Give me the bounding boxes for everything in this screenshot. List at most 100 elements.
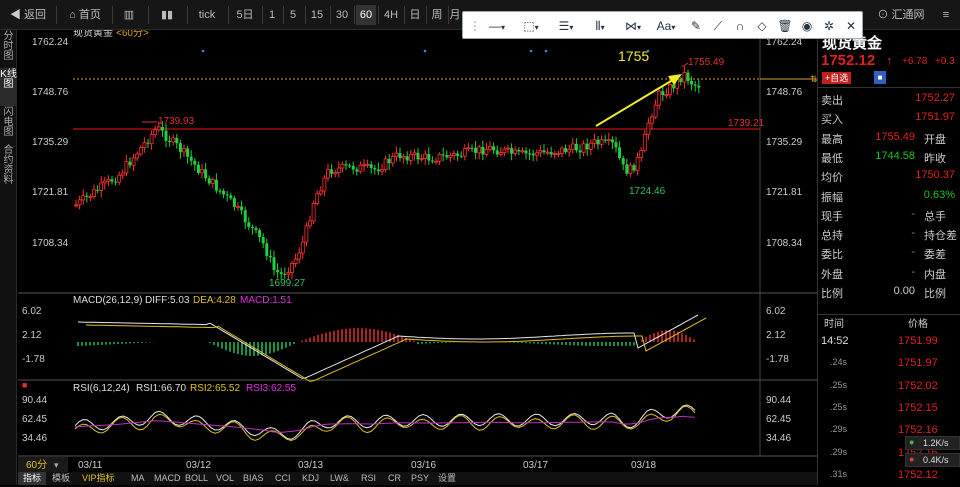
dropdown-icon: ▾ xyxy=(534,23,539,32)
nav-timeshare[interactable]: 分时图 xyxy=(0,30,17,68)
measure-tool-button[interactable]: ⟋ xyxy=(709,17,727,35)
nav-flash[interactable]: 闪电图 xyxy=(0,106,17,144)
candle-body xyxy=(160,127,164,131)
period-30[interactable]: 30 xyxy=(332,5,352,25)
nav-contract-info[interactable]: 合约资料 xyxy=(0,144,17,196)
candle-body xyxy=(286,272,291,275)
tab-kdj[interactable]: KDJ xyxy=(302,472,319,485)
tab-boll[interactable]: BOLL xyxy=(185,472,208,485)
tab-macd[interactable]: MACD xyxy=(154,472,181,485)
period-month[interactable]: 月 xyxy=(449,5,461,25)
brand-logo: ⊙ 汇通网 xyxy=(877,9,925,21)
quote-row: 均价 1750.37 xyxy=(818,167,960,186)
quote-row-label: 最低 xyxy=(821,152,843,165)
trend-arrow[interactable] xyxy=(595,77,677,127)
close-button[interactable]: ✕ xyxy=(842,17,860,35)
rsi-tick: 62.45 xyxy=(766,414,791,425)
price-tick: 1735.29 xyxy=(32,137,69,148)
tab-psy[interactable]: PSY xyxy=(411,472,429,485)
magnet-tool-button[interactable]: ∩ xyxy=(731,17,749,35)
tab-bias[interactable]: BIAS xyxy=(243,472,264,485)
tick-time-header: 时间 xyxy=(824,319,844,330)
low-label: 1699.27 xyxy=(269,278,306,289)
candle-body xyxy=(304,225,309,243)
candle-body xyxy=(308,220,312,227)
period-15[interactable]: 15 xyxy=(307,5,327,25)
candle-body xyxy=(621,157,625,165)
quote-row-label2: 比例 xyxy=(924,288,946,300)
period-week[interactable]: 周 xyxy=(428,5,446,25)
delete-button[interactable]: 🗑 xyxy=(776,17,794,35)
tab-lw[interactable]: LW& xyxy=(330,472,349,485)
tab-rsi[interactable]: RSI xyxy=(361,472,376,485)
quote-row: 振幅 0.63% xyxy=(818,187,960,206)
candle-body xyxy=(650,116,654,124)
candle-body xyxy=(311,202,316,222)
channel-tool-button[interactable]: ☰▾ xyxy=(551,17,581,35)
candle-body xyxy=(618,147,622,158)
tab-template[interactable]: 模板 xyxy=(52,472,70,485)
tab-ma[interactable]: MA xyxy=(131,472,145,485)
close-icon: ✕ xyxy=(845,19,857,33)
quote-row: 现手 - 总手 xyxy=(818,206,960,225)
text-tool-button[interactable]: Aa▾ xyxy=(651,17,681,35)
candle-body xyxy=(390,156,395,164)
pattern-tool-button[interactable]: ⋈▾ xyxy=(618,17,648,35)
visibility-button[interactable]: ◉ xyxy=(798,17,816,35)
nav-kline[interactable]: K线图 xyxy=(0,68,17,106)
drag-handle[interactable]: ⋮ xyxy=(469,17,481,35)
macd-tick: -1.78 xyxy=(766,354,789,365)
tab-vol[interactable]: VOL xyxy=(216,472,234,485)
tab-vip[interactable]: VIP指标 xyxy=(82,472,115,485)
rsi-tick: 90.44 xyxy=(766,395,791,406)
tab-indicator[interactable]: 指标 xyxy=(18,472,46,485)
pen-tool-button[interactable]: ✎ xyxy=(687,17,705,35)
rsi-value1: RSI1:66.70 xyxy=(136,383,186,394)
candle-body xyxy=(564,148,568,153)
candle-body xyxy=(495,150,499,155)
period-1[interactable]: 1 xyxy=(264,5,280,25)
line-tool-button[interactable]: —▾ xyxy=(483,17,511,35)
bar-chart-button[interactable]: ▮▮ xyxy=(156,5,178,25)
kline-chart[interactable]: 现货黄金 <60分> 1762.24 1748.76 1735.29 1721.… xyxy=(18,30,817,472)
candle-body xyxy=(351,165,355,170)
candle-body xyxy=(243,210,247,223)
rsi-header: RSI(6,12,24) xyxy=(73,383,130,394)
price-tick: 1762.24 xyxy=(32,37,69,48)
settings-button[interactable]: ✲ xyxy=(820,17,838,35)
add-watchlist-button[interactable]: +自选 xyxy=(822,72,852,84)
price-tick: 1748.76 xyxy=(766,87,803,98)
window-controls[interactable]: ≡ xyxy=(935,5,957,25)
period-4h[interactable]: 4H xyxy=(380,5,402,25)
candle-body xyxy=(236,206,240,208)
period-5[interactable]: 5 xyxy=(285,5,301,25)
period-5day[interactable]: 5日 xyxy=(232,5,258,25)
period-tick[interactable]: tick xyxy=(192,5,222,25)
home-button[interactable]: ⌂ 首页 xyxy=(62,5,108,25)
quote-row-label: 委比 xyxy=(821,249,843,262)
quote-change: +6.78 xyxy=(902,56,928,67)
tab-cci[interactable]: CCI xyxy=(275,472,291,485)
period-60[interactable]: 60 xyxy=(356,5,376,25)
candle-body xyxy=(156,126,161,131)
candle-body xyxy=(182,148,186,153)
back-button[interactable]: ◀ 返回 xyxy=(3,5,53,25)
macd-histogram xyxy=(77,328,695,356)
download-speed: ● 0.4K/s xyxy=(905,453,960,467)
tab-cr[interactable]: CR xyxy=(388,472,401,485)
candle-body xyxy=(232,198,236,207)
bars-icon: ▮▮ xyxy=(160,9,174,21)
note-icon[interactable]: ■ xyxy=(874,71,886,84)
chart-type-button[interactable]: ▥ xyxy=(118,5,140,25)
tab-settings[interactable]: 设置 xyxy=(438,472,456,485)
eraser-button[interactable]: ◇ xyxy=(753,17,771,35)
candle-body xyxy=(258,230,262,238)
fib-tool-button[interactable]: ⦀▾ xyxy=(585,17,615,35)
candle-body xyxy=(531,153,535,156)
shape-tool-button[interactable]: ⬚▾ xyxy=(517,17,545,35)
quote-row: 最低 1744.58 昨收 xyxy=(818,148,960,167)
period-day[interactable]: 日 xyxy=(406,5,424,25)
line-icon: — xyxy=(488,19,501,33)
candle-body xyxy=(686,72,690,82)
candle-body xyxy=(427,154,431,161)
